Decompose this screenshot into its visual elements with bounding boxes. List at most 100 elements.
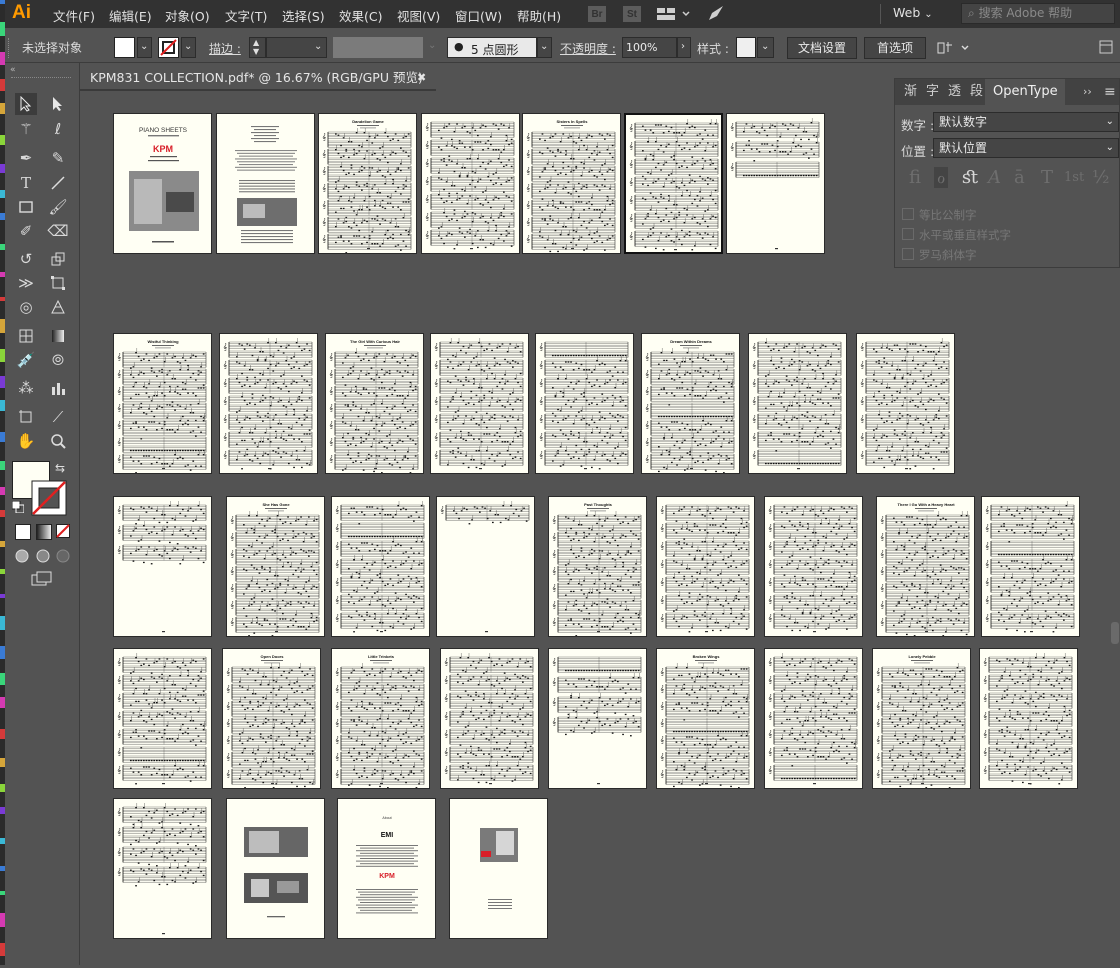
artboard-page[interactable]: 𝄞𝄞𝄞𝄞𝄞𝄞𝄞	[113, 648, 212, 789]
artboard-page[interactable]: 𝄞𝄞𝄞𝄞𝄞𝄞𝄞	[764, 648, 863, 789]
help-search-input[interactable]: ⌕ 搜索 Adobe 帮助	[961, 3, 1115, 24]
swap-fill-stroke-icon[interactable]: ⇆	[55, 461, 65, 475]
panel-menu-icon[interactable]	[1099, 40, 1113, 57]
opacity-field[interactable]: 100%	[622, 37, 677, 58]
draw-inside-icon[interactable]	[56, 549, 70, 566]
gradient-tool-icon[interactable]	[47, 325, 69, 347]
workspace-switcher[interactable]: Web ⌄	[893, 5, 933, 20]
fill-swatch[interactable]	[114, 37, 135, 58]
magic-wand-tool-icon[interactable]: ⚚	[15, 118, 37, 140]
default-fill-stroke-icon[interactable]	[12, 501, 24, 516]
number-dropdown[interactable]: 默认数字 ⌄	[933, 112, 1119, 132]
artboard-page[interactable]: 𝄞𝄞𝄞𝄞𝄞𝄞𝄞	[856, 333, 955, 474]
artboard-page[interactable]: The Girl With Curious Hair𝄞𝄞𝄞𝄞𝄞𝄞𝄞	[325, 333, 424, 474]
artboard-page[interactable]: 𝄞𝄞𝄞𝄞𝄞𝄞𝄞	[440, 648, 539, 789]
rotate-tool-icon[interactable]: ↺	[15, 248, 37, 270]
collapse-toolbar-icon[interactable]: «	[10, 65, 16, 75]
curvature-tool-icon[interactable]: ✎	[47, 147, 69, 169]
artboard-page[interactable]: 𝄞𝄞𝄞	[726, 113, 825, 254]
menu-help[interactable]: 帮助(H)	[517, 6, 561, 25]
artboard-page[interactable]: 𝄞𝄞𝄞𝄞𝄞𝄞𝄞	[331, 496, 430, 637]
menu-window[interactable]: 窗口(W)	[455, 6, 502, 25]
artboard-page[interactable]: 𝄞𝄞𝄞𝄞𝄞𝄞𝄞	[979, 648, 1078, 789]
scale-tool-icon[interactable]	[47, 248, 69, 270]
artboard-page[interactable]: Broken Wings𝄞𝄞𝄞𝄞𝄞𝄞𝄞	[656, 648, 755, 789]
pen-tool-icon[interactable]: ✒	[15, 147, 37, 169]
menu-effect[interactable]: 效果(C)	[339, 6, 382, 25]
artboard-page[interactable]: 𝄞𝄞𝄞𝄞𝄞𝄞𝄞	[535, 333, 634, 474]
artboard-page[interactable]: 𝄞𝄞𝄞𝄞𝄞𝄞𝄞	[764, 496, 863, 637]
menu-file[interactable]: 文件(F)	[53, 6, 95, 25]
menu-select[interactable]: 选择(S)	[282, 6, 325, 25]
shaper-tool-icon[interactable]: ✐	[15, 220, 37, 242]
menu-view[interactable]: 视图(V)	[397, 6, 440, 25]
artboard-page[interactable]: 𝄞	[436, 496, 535, 637]
perspective-grid-tool-icon[interactable]	[47, 296, 69, 318]
shape-builder-tool-icon[interactable]: ◎	[15, 296, 37, 318]
artboard-page[interactable]: 𝄞𝄞𝄞𝄞𝄞𝄞𝄞	[981, 496, 1080, 637]
contextual-alternates-icon[interactable]: ℴ	[934, 167, 948, 188]
artboard-page[interactable]: She Has Gone𝄞𝄞𝄞𝄞𝄞𝄞𝄞	[226, 496, 325, 637]
arrange-icon[interactable]	[936, 39, 972, 60]
close-icon[interactable]: ✖	[417, 66, 426, 90]
artboard-page[interactable]: Open Doors𝄞𝄞𝄞𝄞𝄞𝄞𝄞	[222, 648, 321, 789]
blend-tool-icon[interactable]: ⦾	[47, 349, 69, 371]
artboard-page[interactable]	[226, 798, 325, 939]
artboard-page[interactable]: Sisters In Spells𝄞𝄞𝄞𝄞𝄞𝄞𝄞	[522, 113, 621, 254]
color-mode-icon[interactable]	[15, 524, 31, 540]
tab-transparency[interactable]: 透	[948, 79, 961, 105]
titling-alternates-icon[interactable]: T	[1041, 167, 1053, 188]
none-mode-icon[interactable]	[56, 524, 70, 538]
artboard-page[interactable]: 𝄞𝄞𝄞	[113, 496, 212, 637]
proportional-metrics-checkbox[interactable]: 等比公制字	[902, 207, 977, 223]
artboard-page[interactable]: 𝄞𝄞𝄞𝄞	[113, 798, 212, 939]
stroke-dropdown[interactable]: ⌄	[181, 37, 196, 58]
artboard-page[interactable]	[449, 798, 548, 939]
draw-behind-icon[interactable]	[36, 549, 50, 566]
stroke-color-swatch[interactable]	[31, 480, 67, 516]
artboard-page[interactable]: AboutEMIKPM	[337, 798, 436, 939]
hand-tool-icon[interactable]: ✋	[15, 430, 37, 452]
artboard-page[interactable]: PIANO SHEETSKPM	[113, 113, 212, 254]
stroke-swatch[interactable]	[158, 37, 179, 58]
document-setup-button[interactable]: 文档设置	[787, 37, 857, 59]
style-dropdown[interactable]: ⌄	[757, 37, 774, 58]
artboard-tool-icon[interactable]	[15, 406, 37, 428]
artboard-page[interactable]	[216, 113, 315, 254]
artboard-page[interactable]: Dandelion Game𝄞𝄞𝄞𝄞𝄞𝄞𝄞	[318, 113, 417, 254]
lasso-tool-icon[interactable]: ℓ	[47, 118, 69, 140]
preferences-button[interactable]: 首选项	[864, 37, 926, 59]
draw-normal-icon[interactable]	[15, 549, 29, 566]
artboard-page[interactable]: 𝄞𝄞𝄞𝄞𝄞𝄞𝄞	[748, 333, 847, 474]
artboard-page[interactable]: Past Thoughts𝄞𝄞𝄞𝄞𝄞𝄞𝄞	[548, 496, 647, 637]
stroke-weight-stepper[interactable]: ▲▼	[249, 37, 266, 58]
zoom-tool-icon[interactable]	[47, 430, 69, 452]
stock-icon[interactable]: St	[623, 6, 641, 22]
graphic-style-swatch[interactable]	[736, 37, 756, 58]
stylistic-alternates-icon[interactable]: ā	[1014, 167, 1025, 188]
opacity-arrow[interactable]: ›	[677, 37, 691, 58]
tab-gradient[interactable]: 渐	[904, 79, 917, 105]
tab-opentype[interactable]: OpenType	[985, 79, 1065, 105]
artboard-page[interactable]: 𝄞𝄞𝄞𝄞𝄞𝄞𝄞	[656, 496, 755, 637]
menu-edit[interactable]: 编辑(E)	[109, 6, 152, 25]
artboard-page[interactable]: 𝄞𝄞𝄞𝄞𝄞𝄞𝄞	[421, 113, 520, 254]
brush-definition[interactable]: ● 5 点圆形	[447, 37, 537, 58]
eyedropper-tool-icon[interactable]: 💉	[15, 349, 37, 371]
artboard-page[interactable]: Wistful Thinking𝄞𝄞𝄞𝄞𝄞𝄞𝄞	[113, 333, 212, 474]
column-graph-tool-icon[interactable]	[47, 377, 69, 399]
tab-paragraph[interactable]: 段	[970, 79, 983, 105]
artboard-page[interactable]: Little Trinkets𝄞𝄞𝄞𝄞𝄞𝄞𝄞	[331, 648, 430, 789]
standard-ligatures-icon[interactable]: ﬁ	[909, 167, 921, 188]
width-tool-icon[interactable]: ≫	[15, 272, 37, 294]
selection-tool-icon[interactable]	[15, 93, 37, 115]
ordinals-icon[interactable]: 1st	[1064, 170, 1084, 185]
bridge-icon[interactable]: Br	[588, 6, 606, 22]
document-tab[interactable]: KPM831 COLLECTION.pdf* @ 16.67% (RGB/GPU…	[80, 66, 436, 91]
free-transform-tool-icon[interactable]	[47, 272, 69, 294]
tab-character[interactable]: 字	[926, 79, 939, 105]
direct-selection-tool-icon[interactable]	[47, 93, 69, 115]
panel-menu-icon[interactable]: ≡	[1104, 79, 1116, 105]
menu-object[interactable]: 对象(O)	[165, 6, 210, 25]
fill-dropdown[interactable]: ⌄	[137, 37, 152, 58]
